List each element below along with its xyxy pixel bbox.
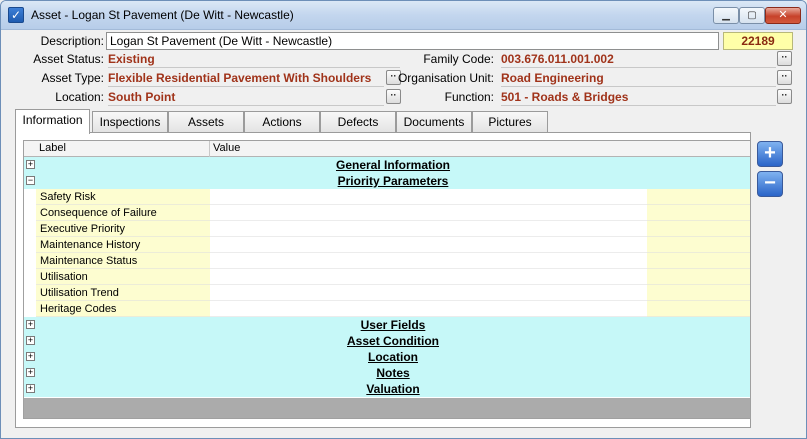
row-extra-cell [647, 189, 750, 205]
tab-actions[interactable]: Actions [244, 111, 320, 133]
grid-row-utilisation-trend[interactable]: Utilisation Trend [24, 285, 750, 301]
grid-footer [24, 398, 750, 418]
minimize-button[interactable]: ▁ [713, 7, 739, 24]
expand-icon[interactable]: + [26, 352, 35, 361]
tab-inspections[interactable]: Inspections [92, 111, 168, 133]
expand-icon[interactable]: + [26, 336, 35, 345]
description-label: Description: [40, 34, 104, 48]
grid-row-maintenance-status[interactable]: Maintenance Status [24, 253, 750, 269]
row-value-cell[interactable] [210, 285, 647, 301]
row-label: Utilisation [36, 269, 210, 285]
group-title: Priority Parameters [337, 174, 449, 188]
row-label: Maintenance History [36, 237, 210, 253]
group-row-user-fields[interactable]: + User Fields [24, 317, 750, 333]
group-title: Location [368, 350, 418, 364]
grid-row-utilisation[interactable]: Utilisation [24, 269, 750, 285]
row-extra-cell [647, 205, 750, 221]
asset-id-badge: 22189 [723, 32, 793, 50]
group-title: Valuation [366, 382, 420, 396]
family-code-lookup-button[interactable]: ·· [777, 51, 792, 66]
row-value-cell[interactable] [210, 221, 647, 237]
group-title: Asset Condition [347, 334, 439, 348]
title-bar[interactable]: ✓ Asset - Logan St Pavement (De Witt - N… [1, 1, 806, 30]
group-row-priority-parameters[interactable]: − Priority Parameters [24, 173, 750, 189]
row-extra-cell [647, 269, 750, 285]
row-label: Heritage Codes [36, 301, 210, 317]
grid-row-heritage-codes[interactable]: Heritage Codes [24, 301, 750, 317]
row-extra-cell [647, 301, 750, 317]
tab-pictures[interactable]: Pictures [472, 111, 548, 133]
tab-defects[interactable]: Defects [320, 111, 396, 133]
row-value-cell[interactable] [210, 189, 647, 205]
grid-header: Label Value [24, 141, 750, 157]
group-row-general-information[interactable]: + General Information [24, 157, 750, 173]
row-label: Consequence of Failure [36, 205, 210, 221]
family-code-value: 003.676.011.001.002 [501, 51, 776, 68]
row-label: Maintenance Status [36, 253, 210, 269]
asset-type-value: Flexible Residential Pavement With Shoul… [108, 70, 384, 87]
collapse-icon[interactable]: − [26, 176, 35, 185]
org-unit-lookup-button[interactable]: ·· [777, 70, 792, 85]
row-value-cell[interactable] [210, 253, 647, 269]
remove-button[interactable]: − [757, 171, 783, 197]
add-button[interactable]: + [757, 141, 783, 167]
function-value: 501 - Roads & Bridges [501, 89, 776, 106]
function-label: Function: [444, 90, 494, 104]
row-label: Safety Risk [36, 189, 210, 205]
family-code-label: Family Code: [423, 52, 494, 66]
asset-type-label: Asset Type: [41, 71, 104, 85]
group-row-asset-condition[interactable]: + Asset Condition [24, 333, 750, 349]
org-unit-label: Organisation Unit: [397, 71, 494, 85]
tab-information[interactable]: Information [15, 109, 90, 134]
close-button[interactable]: ✕ [765, 7, 801, 24]
row-label: Utilisation Trend [36, 285, 210, 301]
location-label: Location: [55, 90, 104, 104]
function-lookup-button[interactable]: ·· [777, 89, 792, 104]
column-header-value[interactable]: Value [210, 141, 750, 157]
group-row-valuation[interactable]: + Valuation [24, 381, 750, 397]
row-extra-cell [647, 253, 750, 269]
row-value-cell[interactable] [210, 301, 647, 317]
expand-icon[interactable]: + [26, 368, 35, 377]
expand-icon[interactable]: + [26, 320, 35, 329]
grid-row-maintenance-history[interactable]: Maintenance History [24, 237, 750, 253]
row-value-cell[interactable] [210, 205, 647, 221]
maximize-button[interactable]: ▢ [739, 7, 765, 24]
column-header-label[interactable]: Label [36, 141, 210, 157]
asset-status-label: Asset Status: [33, 52, 104, 66]
tab-documents[interactable]: Documents [396, 111, 472, 133]
grid-row-consequence-of-failure[interactable]: Consequence of Failure [24, 205, 750, 221]
group-title: User Fields [360, 318, 426, 332]
expand-icon[interactable]: + [26, 384, 35, 393]
row-extra-cell [647, 237, 750, 253]
row-value-cell[interactable] [210, 269, 647, 285]
asset-window: ✓ Asset - Logan St Pavement (De Witt - N… [0, 0, 807, 439]
asset-status-value: Existing [108, 51, 400, 68]
expand-icon[interactable]: + [26, 160, 35, 169]
location-value: South Point [108, 89, 384, 106]
checkbox-app-icon: ✓ [8, 7, 24, 23]
tab-assets[interactable]: Assets [168, 111, 244, 133]
row-value-cell[interactable] [210, 237, 647, 253]
group-title: General Information [335, 158, 451, 172]
group-row-notes[interactable]: + Notes [24, 365, 750, 381]
row-extra-cell [647, 285, 750, 301]
description-field[interactable]: Logan St Pavement (De Witt - Newcastle) [106, 32, 719, 50]
grid-row-executive-priority[interactable]: Executive Priority [24, 221, 750, 237]
org-unit-value: Road Engineering [501, 70, 776, 87]
window-title: Asset - Logan St Pavement (De Witt - New… [31, 8, 294, 22]
row-label: Executive Priority [36, 221, 210, 237]
group-row-location[interactable]: + Location [24, 349, 750, 365]
grid-row-safety-risk[interactable]: Safety Risk [24, 189, 750, 205]
row-extra-cell [647, 221, 750, 237]
property-grid: Label Value + General Information − Prio… [23, 140, 751, 419]
group-title: Notes [376, 366, 410, 380]
